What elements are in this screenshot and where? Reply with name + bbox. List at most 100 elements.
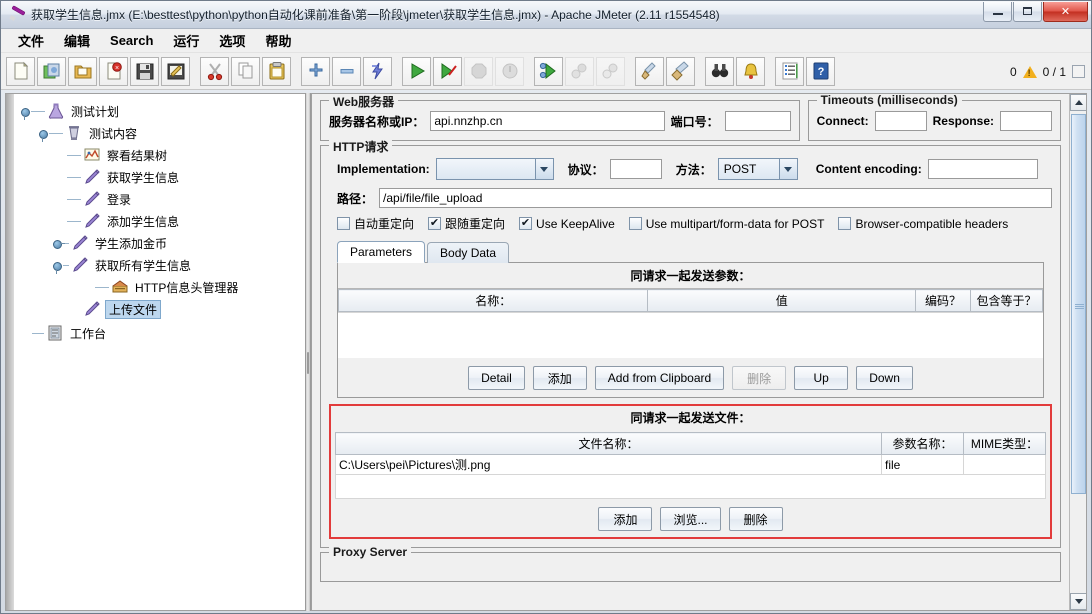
expand-plus-icon[interactable]: [301, 56, 330, 86]
tree-node-http-sampler-5[interactable]: 获取所有学生信息: [16, 254, 305, 276]
paste-clipboard-icon[interactable]: [262, 56, 291, 86]
tree-node-workbench[interactable]: 工作台: [16, 322, 305, 344]
tab-parameters[interactable]: Parameters: [337, 241, 426, 263]
shutdown-icon: [495, 56, 524, 86]
column-header-mime-type[interactable]: MIME类型：: [963, 432, 1046, 455]
close-document-icon[interactable]: ×: [99, 56, 128, 86]
copy-pages-icon[interactable]: [231, 56, 260, 86]
right-panel-scrollbar[interactable]: [1069, 94, 1086, 610]
scroll-down-arrow-icon[interactable]: [1070, 593, 1086, 610]
chevron-down-icon[interactable]: [534, 159, 553, 179]
parameters-button-row: Detail 添加 Add from Clipboard 删除 Up Down: [338, 358, 1043, 397]
tree-node-view-results-tree[interactable]: 察看结果树: [16, 144, 305, 166]
remote-start-icon[interactable]: [534, 56, 563, 86]
tree-node-http-sampler-1[interactable]: 获取学生信息: [16, 166, 305, 188]
checkbox-use-multipart[interactable]: Use multipart/form-data for POST: [628, 217, 824, 231]
chevron-down-icon[interactable]: [778, 159, 797, 179]
column-header-param-name[interactable]: 参数名称：: [881, 432, 964, 455]
add-from-clipboard-button[interactable]: Add from Clipboard: [594, 366, 725, 390]
column-header-include-equals[interactable]: 包含等于？: [970, 289, 1043, 312]
collapse-minus-icon[interactable]: [332, 56, 361, 86]
delete-file-button[interactable]: 删除: [728, 507, 783, 531]
scroll-up-arrow-icon[interactable]: [1070, 94, 1086, 111]
move-up-button[interactable]: Up: [794, 366, 849, 390]
tree-node-http-sampler-3[interactable]: 添加学生信息: [16, 210, 305, 232]
open-folder-icon[interactable]: [68, 56, 97, 86]
response-timeout-input[interactable]: [1000, 111, 1052, 131]
detail-button[interactable]: Detail: [468, 366, 525, 390]
toggle-bolt-icon[interactable]: [363, 56, 392, 86]
save-floppy-icon[interactable]: [130, 56, 159, 86]
cell-filename[interactable]: C:\Users\pei\Pictures\测.png: [335, 454, 882, 475]
tree-expander-icon[interactable]: [52, 261, 62, 274]
implementation-combo[interactable]: [435, 158, 554, 180]
maximize-button[interactable]: [1013, 1, 1042, 22]
request-tabs: Parameters Body Data: [329, 240, 1052, 263]
save-as-icon[interactable]: [161, 56, 190, 86]
checkbox-box[interactable]: [337, 217, 350, 230]
test-plan-icon: [47, 102, 65, 120]
path-input[interactable]: [379, 188, 1052, 208]
tree-node-test-plan[interactable]: 测试计划: [16, 100, 305, 122]
checkbox-box[interactable]: [519, 217, 533, 230]
menu-help[interactable]: 帮助: [256, 28, 300, 53]
tree-node-http-sampler-4[interactable]: 学生添加金币: [16, 232, 305, 254]
column-header-filename[interactable]: 文件名称：: [335, 432, 882, 455]
run-no-pause-icon[interactable]: [433, 56, 462, 86]
table-row[interactable]: C:\Users\pei\Pictures\测.png file: [335, 454, 1046, 475]
menu-file[interactable]: 文件: [9, 28, 53, 53]
parameters-empty-area[interactable]: [338, 312, 1043, 358]
server-name-input[interactable]: [430, 111, 665, 131]
templates-icon[interactable]: [37, 56, 66, 86]
tree-node-thread-group[interactable]: 测试内容: [16, 122, 305, 144]
warning-triangle-icon[interactable]: [1022, 65, 1037, 78]
checkbox-box[interactable]: [838, 217, 852, 230]
help-book-icon[interactable]: ?: [806, 56, 835, 86]
method-value: POST: [723, 162, 757, 176]
search-binoculars-icon[interactable]: [705, 56, 734, 86]
minimize-button[interactable]: [983, 1, 1012, 22]
tree-node-label: 察看结果树: [107, 148, 168, 163]
cut-scissors-icon[interactable]: [200, 56, 229, 86]
cell-param-name[interactable]: file: [881, 454, 964, 475]
protocol-input[interactable]: [609, 159, 662, 179]
menu-options[interactable]: 选项: [210, 28, 254, 53]
new-document-icon[interactable]: [6, 56, 35, 86]
files-empty-area[interactable]: [335, 475, 1046, 499]
clear-broom-icon[interactable]: [635, 56, 664, 86]
checkbox-browser-compatible-headers[interactable]: Browser-compatible headers: [838, 217, 1008, 231]
column-header-value[interactable]: 值: [647, 289, 916, 312]
connect-timeout-input[interactable]: [874, 111, 927, 131]
column-header-name[interactable]: 名称：: [337, 289, 649, 312]
scrollbar-thumb[interactable]: [1071, 114, 1086, 494]
move-down-button[interactable]: Down: [856, 366, 913, 390]
checkbox-box[interactable]: [428, 217, 442, 230]
menu-search[interactable]: Search: [101, 30, 162, 51]
clear-all-broom-icon[interactable]: [666, 56, 695, 86]
tree-expander-icon[interactable]: [20, 107, 30, 120]
add-parameter-button[interactable]: 添加: [532, 366, 587, 390]
tree-node-header-manager[interactable]: HTTP信息头管理器: [16, 276, 305, 298]
method-combo[interactable]: POST: [717, 158, 798, 180]
tree-expander-icon[interactable]: [52, 239, 65, 249]
content-encoding-input[interactable]: [927, 159, 1038, 179]
cell-mime-type[interactable]: [963, 454, 1046, 475]
checkbox-auto-redirect[interactable]: 自动重定向: [337, 215, 414, 232]
checkbox-use-keepalive[interactable]: Use KeepAlive: [519, 217, 615, 231]
checkbox-box[interactable]: [628, 217, 642, 230]
add-file-button[interactable]: 添加: [598, 507, 653, 531]
close-button[interactable]: ✕: [1043, 1, 1088, 22]
port-input[interactable]: [724, 111, 791, 131]
checkbox-follow-redirect[interactable]: 跟随重定向: [428, 215, 505, 232]
tree-node-http-sampler-upload[interactable]: 上传文件: [16, 298, 305, 320]
function-helper-icon[interactable]: [775, 56, 804, 86]
reset-search-bell-icon[interactable]: [736, 56, 765, 86]
column-header-encode[interactable]: 编码？: [915, 289, 971, 312]
tree-node-http-sampler-2[interactable]: 登录: [16, 188, 305, 210]
menu-edit[interactable]: 编辑: [55, 28, 99, 53]
run-play-icon[interactable]: [402, 56, 431, 86]
tree-expander-icon[interactable]: [38, 129, 48, 142]
browse-file-button[interactable]: 浏览...: [660, 507, 721, 531]
menu-run[interactable]: 运行: [164, 28, 208, 53]
tab-body-data[interactable]: Body Data: [427, 242, 510, 263]
